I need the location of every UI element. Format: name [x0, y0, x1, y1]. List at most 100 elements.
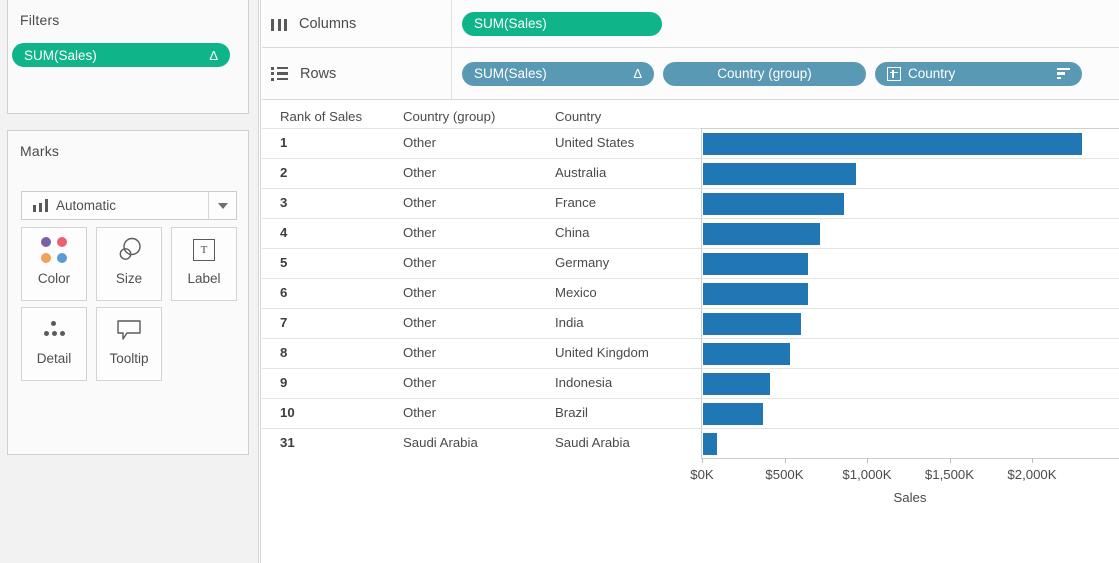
delta-icon[interactable]: Δ: [209, 49, 218, 62]
rows-shelf-label: Rows: [300, 65, 337, 82]
rows-pill-country-group-label: Country (group): [717, 66, 812, 81]
cell-group: Other: [403, 315, 436, 330]
columns-shelf-body[interactable]: SUM(Sales): [452, 0, 1119, 47]
viz-table: Rank of Sales Country (group) Country 1 …: [262, 105, 1119, 505]
rows-shelf-body[interactable]: SUM(Sales) Δ Country (group) Country: [452, 48, 1119, 99]
bar-row[interactable]: [702, 338, 1119, 368]
bar-row[interactable]: [702, 398, 1119, 428]
plus-box-icon[interactable]: [887, 66, 901, 81]
marks-tooltip-button[interactable]: Tooltip: [96, 307, 162, 381]
rows-shelf[interactable]: Rows SUM(Sales) Δ Country (group) Countr…: [262, 48, 1119, 100]
marks-label-button[interactable]: T Label: [171, 227, 237, 301]
cell-rank: 31: [280, 435, 295, 450]
left-sidebar: Filters SUM(Sales) Δ Marks Automatic Col…: [0, 0, 258, 563]
cell-rank: 8: [280, 345, 288, 360]
cell-country: India: [555, 315, 584, 330]
cell-country: France: [555, 195, 597, 210]
axis-title[interactable]: Sales: [701, 490, 1119, 505]
column-header-rank[interactable]: Rank of Sales: [280, 109, 362, 124]
bar-row[interactable]: [702, 368, 1119, 398]
filter-pill-label: SUM(Sales): [24, 47, 97, 63]
table-header-row: Rank of Sales Country (group) Country: [262, 105, 1119, 128]
rows-pill-country-group[interactable]: Country (group): [663, 61, 866, 86]
bar-mark[interactable]: [703, 343, 790, 365]
cell-group: Other: [403, 165, 436, 180]
marks-detail-label: Detail: [36, 351, 72, 366]
bar-mark[interactable]: [703, 403, 764, 425]
bar-row[interactable]: [702, 248, 1119, 278]
axis-tick: [949, 458, 951, 463]
cell-rank: 3: [280, 195, 288, 210]
columns-icon: [271, 17, 287, 31]
marks-type-main[interactable]: Automatic: [22, 192, 209, 219]
bar-row[interactable]: [702, 218, 1119, 248]
bar-mark[interactable]: [703, 193, 845, 215]
marks-title: Marks: [20, 143, 60, 159]
marks-card: Marks Automatic Color Size T Label Detai…: [7, 130, 249, 455]
marks-type-selector[interactable]: Automatic: [21, 191, 237, 220]
bar-mark[interactable]: [703, 133, 1082, 155]
rows-pill-sum-sales[interactable]: SUM(Sales) Δ: [462, 61, 654, 86]
sort-icon[interactable]: [1057, 68, 1070, 79]
marks-tooltip-label: Tooltip: [109, 351, 149, 366]
filters-title: Filters: [20, 12, 60, 28]
axis-tick: [1032, 458, 1033, 463]
columns-shelf-label: Columns: [299, 15, 357, 32]
tooltip-balloon-icon: [115, 308, 143, 352]
column-header-group[interactable]: Country (group): [403, 109, 495, 124]
marks-detail-button[interactable]: Detail: [21, 307, 87, 381]
bar-row[interactable]: [702, 428, 1119, 458]
rows-pill-country[interactable]: Country: [875, 61, 1082, 86]
rows-icon: [271, 66, 288, 81]
delta-icon[interactable]: Δ: [633, 67, 642, 80]
axis-tick-label: $500K: [765, 467, 804, 482]
rows-pill-sum-sales-label: SUM(Sales): [474, 66, 547, 81]
columns-shelf[interactable]: Columns SUM(Sales): [262, 0, 1119, 48]
bar-row[interactable]: [702, 128, 1119, 158]
detail-dots-icon: [41, 308, 67, 352]
bar-row[interactable]: [702, 278, 1119, 308]
x-axis: $0K $500K $1,000K $1,500K $2,000K Sales: [690, 458, 1119, 518]
cell-rank: 2: [280, 165, 288, 180]
bar-mark[interactable]: [703, 163, 856, 185]
columns-shelf-head: Columns: [262, 0, 452, 47]
shelf-area: Columns SUM(Sales) Rows SUM(Sales) Δ Cou…: [262, 0, 1119, 105]
text-label-icon: T: [193, 228, 215, 272]
bar-mark[interactable]: [703, 223, 820, 245]
bar-row[interactable]: [702, 308, 1119, 338]
cell-country: China: [555, 225, 590, 240]
bar-mark[interactable]: [703, 283, 808, 305]
size-circles-icon: [114, 228, 144, 272]
axis-tick: [702, 458, 703, 463]
axis-tick-label: $1,000K: [842, 467, 892, 482]
cell-country: United Kingdom: [555, 345, 649, 360]
column-header-country[interactable]: Country: [555, 109, 601, 124]
cell-rank: 10: [280, 405, 295, 420]
marks-color-button[interactable]: Color: [21, 227, 87, 301]
columns-pill-sum-sales[interactable]: SUM(Sales): [462, 11, 662, 36]
bar-row[interactable]: [702, 158, 1119, 188]
bar-mark[interactable]: [703, 433, 718, 455]
cell-country: Australia: [555, 165, 607, 180]
cell-group: Other: [403, 225, 436, 240]
filter-pill-sum-sales[interactable]: SUM(Sales) Δ: [12, 43, 230, 67]
bar-row[interactable]: [702, 188, 1119, 218]
bar-chart-plot: [701, 128, 1119, 458]
bar-chart-icon: [33, 199, 48, 212]
rows-pill-country-label: Country: [908, 66, 956, 81]
bar-mark[interactable]: [703, 373, 770, 395]
marks-type-dropdown-button[interactable]: [209, 192, 236, 219]
bar-mark[interactable]: [703, 253, 808, 275]
cell-group: Other: [403, 285, 436, 300]
bar-mark[interactable]: [703, 313, 801, 335]
cell-country: Mexico: [555, 285, 597, 300]
chevron-down-icon: [217, 202, 228, 209]
cell-group: Saudi Arabia: [403, 435, 478, 450]
cell-group: Other: [403, 255, 436, 270]
marks-type-value: Automatic: [56, 198, 117, 213]
marks-size-button[interactable]: Size: [96, 227, 162, 301]
cell-group: Other: [403, 375, 436, 390]
panel-divider[interactable]: [258, 0, 261, 563]
cell-rank: 5: [280, 255, 288, 270]
axis-tick-label: $2,000K: [1007, 467, 1057, 482]
